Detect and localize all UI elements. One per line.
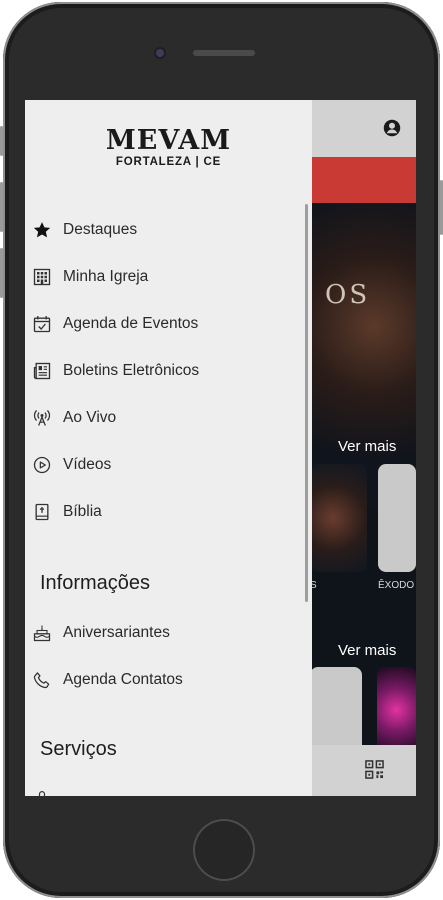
calendar-check-icon	[33, 316, 51, 333]
menu-item-videos[interactable]: Vídeos	[25, 445, 312, 485]
see-more-link-1[interactable]: Ver mais	[338, 438, 396, 455]
phone-icon	[33, 672, 50, 689]
earpiece-speaker	[193, 50, 255, 56]
section-title-servicos: Serviços	[40, 738, 117, 760]
menu-item-label: Destaques	[63, 221, 138, 238]
menu-item-boletins[interactable]: Boletins Eletrônicos	[25, 351, 312, 391]
logo-title: MEVAM	[105, 125, 232, 156]
section-title-informacoes: Informações	[40, 572, 151, 594]
front-camera	[156, 49, 164, 57]
content-card[interactable]	[310, 667, 362, 745]
menu-item-label: Ao Vivo	[63, 409, 117, 426]
menu-item-label: Boletins Eletrônicos	[63, 362, 200, 379]
qr-code-icon[interactable]	[365, 760, 384, 779]
home-button[interactable]	[193, 819, 255, 881]
mute-switch	[0, 126, 3, 156]
mic-icon	[38, 791, 46, 796]
menu-item-label: Agenda de Eventos	[63, 315, 199, 332]
menu-item-label: Agenda Contatos	[63, 671, 183, 688]
cake-icon	[33, 625, 51, 642]
broadcast-icon	[33, 410, 51, 426]
volume-down-button	[0, 248, 3, 298]
play-circle-icon	[33, 456, 51, 474]
logo-subtitle: FORTALEZA | CE	[115, 156, 222, 168]
hero-text: OS	[325, 280, 371, 310]
content-card[interactable]	[377, 667, 416, 745]
menu-item-minha-igreja[interactable]: Minha Igreja	[25, 257, 312, 297]
drawer-scrollbar[interactable]	[305, 204, 308, 602]
profile-icon[interactable]	[383, 119, 401, 137]
menu-item-agenda-contatos[interactable]: Agenda Contatos	[25, 660, 312, 700]
building-icon	[33, 268, 51, 286]
star-icon	[33, 222, 51, 238]
menu-item-label: Vídeos	[63, 456, 112, 473]
video-thumbnail[interactable]	[310, 464, 367, 572]
bible-icon	[35, 503, 49, 521]
see-more-link-2[interactable]: Ver mais	[338, 642, 396, 659]
video-thumbnail[interactable]	[378, 464, 416, 572]
menu-item-label: Bíblia	[63, 503, 102, 520]
menu-item-destaques[interactable]: Destaques	[25, 210, 312, 250]
menu-item-agenda-eventos[interactable]: Agenda de Eventos	[25, 304, 312, 344]
menu-item-aniversariantes[interactable]: Aniversariantes	[25, 613, 312, 653]
screen: OS Ver mais S ÊXODO Ver mais MEVAM FORTA…	[25, 100, 416, 796]
menu-item-label: Minha Igreja	[63, 268, 149, 285]
menu-item-label: Aniversariantes	[63, 624, 170, 641]
volume-up-button	[0, 182, 3, 232]
thumbnail-caption: ÊXODO	[378, 580, 415, 591]
menu-item-biblia[interactable]: Bíblia	[25, 492, 312, 532]
newspaper-icon	[33, 362, 51, 380]
navigation-drawer: MEVAM FORTALEZA | CE Destaques Minha Igr…	[25, 100, 312, 796]
menu-item-cut-off[interactable]	[25, 780, 312, 796]
menu-item-ao-vivo[interactable]: Ao Vivo	[25, 398, 312, 438]
church-logo: MEVAM FORTALEZA | CE	[25, 127, 312, 169]
